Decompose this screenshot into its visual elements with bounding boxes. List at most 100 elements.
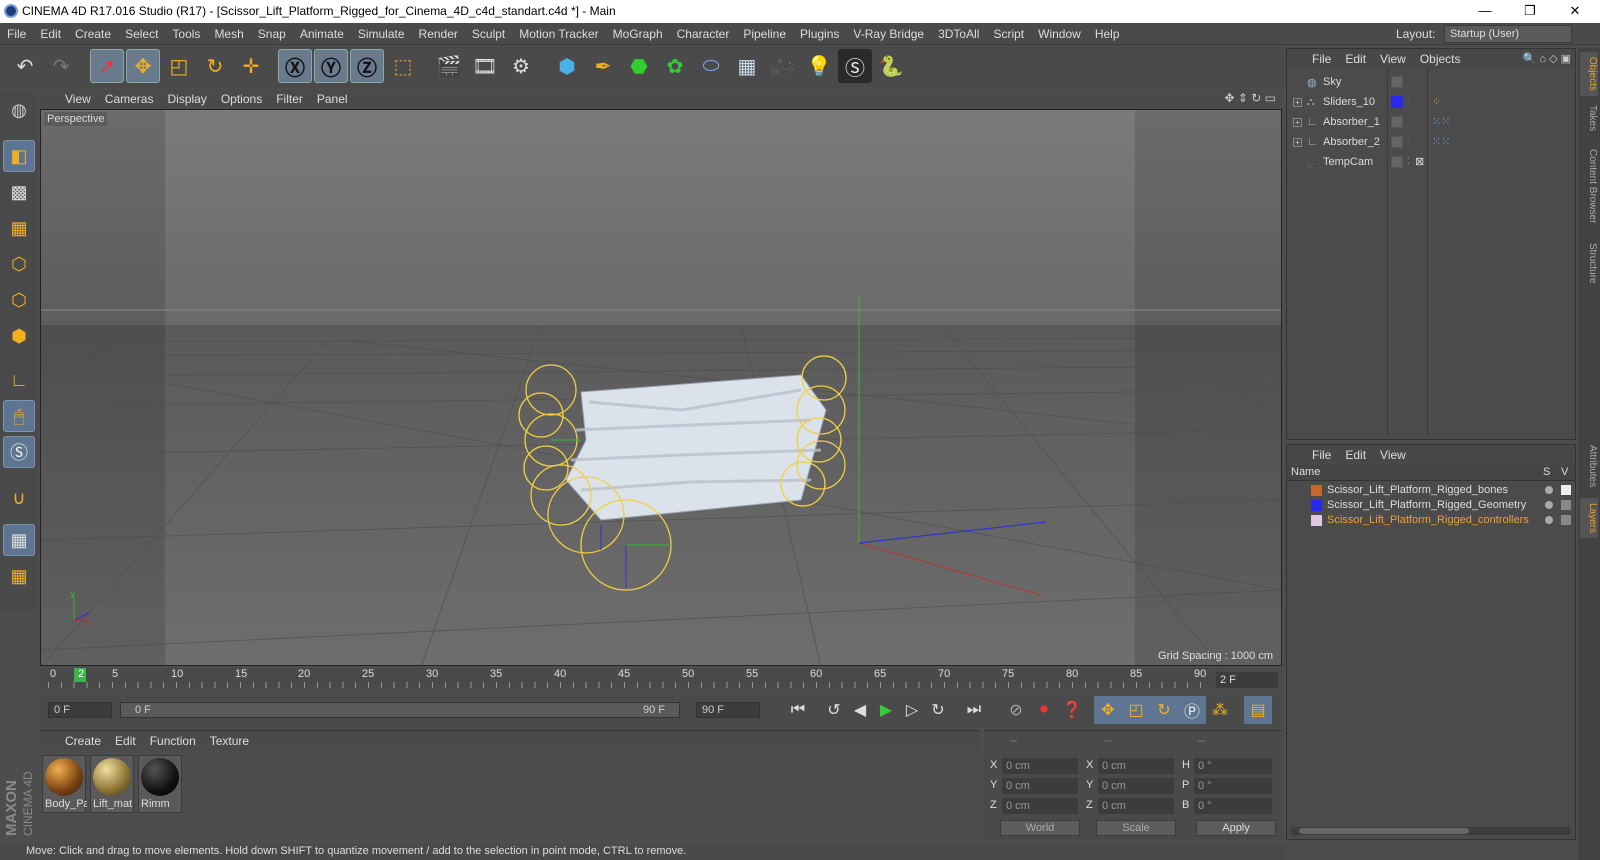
locked-workplane-icon[interactable]: ▦ [3, 524, 35, 556]
menu-character[interactable]: Character [670, 23, 737, 45]
expand-icon[interactable]: + [1293, 138, 1302, 147]
menu-tools[interactable]: Tools [165, 23, 207, 45]
apply-button[interactable]: Apply [1196, 820, 1276, 836]
goto-end-icon[interactable]: ⏭ [960, 696, 988, 724]
material-menu-texture[interactable]: Texture [203, 731, 256, 751]
expand-icon[interactable]: + [1293, 118, 1302, 127]
make-editable-icon[interactable]: ◍ [3, 94, 35, 126]
menu-snap[interactable]: Snap [251, 23, 293, 45]
end-frame-field[interactable]: 90 F [696, 702, 760, 718]
cube-icon[interactable]: ⬢ [550, 49, 584, 83]
viewport-nav-icons[interactable]: ✥ ⇕ ↻ ▭ [1224, 91, 1276, 105]
objects-menu-objects[interactable]: Objects [1413, 49, 1468, 69]
menu-motion-tracker[interactable]: Motion Tracker [512, 23, 605, 45]
size-z-field[interactable]: 0 cm [1098, 798, 1174, 814]
tab-layers[interactable]: Layers [1580, 498, 1598, 538]
object-row-absorber-2[interactable]: + ∟ Absorber_2 ⁚ ⁙⁙ [1287, 133, 1575, 153]
object-row-absorber-1[interactable]: + ∟ Absorber_1 ⁚ ⁙⁙ [1287, 113, 1575, 133]
select-arrow-icon[interactable]: ➚ [90, 49, 124, 83]
object-row-tempcam[interactable]: 🎥 TempCam ⁚ ⊠ [1287, 153, 1575, 173]
vray-icon[interactable]: Ⓢ [838, 49, 872, 83]
menu-mesh[interactable]: Mesh [207, 23, 250, 45]
key-parameter-icon[interactable]: Ⓟ [1178, 696, 1206, 724]
visibility-icon[interactable] [1391, 116, 1403, 128]
key-rotation-icon[interactable]: ↻ [1150, 696, 1178, 724]
z-axis-icon[interactable]: Ⓩ [350, 49, 384, 83]
objects-menu-file[interactable]: File [1305, 49, 1338, 69]
light-icon[interactable]: 💡 [802, 49, 836, 83]
tab-structure[interactable]: Structure [1580, 236, 1598, 290]
render-settings-icon[interactable]: ⚙ [504, 49, 538, 83]
viewport-menu-view[interactable]: View [58, 89, 98, 109]
camera-icon[interactable]: 🎥 [766, 49, 800, 83]
redo-icon[interactable]: ↷ [44, 49, 78, 83]
expand-icon[interactable]: + [1293, 98, 1302, 107]
undo-icon[interactable]: ↶ [8, 49, 42, 83]
visible-icon[interactable] [1561, 500, 1571, 510]
object-row-sky[interactable]: ◍ Sky ⁚ [1287, 73, 1575, 93]
viewport-menu-cameras[interactable]: Cameras [98, 89, 161, 109]
tab-content-browser[interactable]: Content Browser [1580, 140, 1598, 232]
coord-space-dropdown[interactable]: World [1000, 820, 1080, 836]
tab-objects[interactable]: Objects [1580, 52, 1598, 96]
render-picture-viewer-icon[interactable]: 🎞 [468, 49, 502, 83]
menu-sculpt[interactable]: Sculpt [465, 23, 512, 45]
edges-mode-icon[interactable]: ⬡ [3, 284, 35, 316]
key-scale-icon[interactable]: ◰ [1122, 696, 1150, 724]
size-y-field[interactable]: 0 cm [1098, 778, 1174, 794]
menu-mograph[interactable]: MoGraph [606, 23, 670, 45]
visible-icon[interactable] [1561, 515, 1571, 525]
enable-icon[interactable]: ⁚ [1407, 156, 1410, 167]
material-menu-function[interactable]: Function [143, 731, 203, 751]
goto-start-icon[interactable]: ⏮ [784, 696, 812, 724]
python-icon[interactable]: 🐍 [874, 49, 908, 83]
workplane-icon[interactable]: ▦ [3, 212, 35, 244]
viewport-menu-display[interactable]: Display [160, 89, 213, 109]
solo-icon[interactable] [1545, 501, 1553, 509]
move-icon[interactable]: ✥ [126, 49, 160, 83]
autokey-icon[interactable]: ❓ [1058, 696, 1086, 724]
material-menu-create[interactable]: Create [58, 731, 108, 751]
current-frame-field[interactable]: 2 F [1216, 672, 1278, 688]
objects-menu-view[interactable]: View [1373, 49, 1413, 69]
menu-select[interactable]: Select [118, 23, 165, 45]
coordinate-system-icon[interactable]: ⬚ [386, 49, 420, 83]
layer-color-icon[interactable] [1391, 96, 1403, 108]
minimize-button[interactable]: — [1470, 2, 1500, 20]
y-axis-icon[interactable]: Ⓨ [314, 49, 348, 83]
solo-icon[interactable] [1545, 516, 1553, 524]
axis-mode-icon[interactable]: ∟ [3, 364, 35, 396]
layout-dropdown[interactable]: Startup (User) [1444, 25, 1572, 43]
transform-icon[interactable]: ✛ [234, 49, 268, 83]
preview-range-slider[interactable]: 0 F 90 F [120, 702, 680, 718]
x-axis-icon[interactable]: Ⓧ [278, 49, 312, 83]
pos-x-field[interactable]: 0 cm [1002, 758, 1078, 774]
menu-vray-bridge[interactable]: V-Ray Bridge [846, 23, 931, 45]
scrollbar-thumb[interactable] [1299, 828, 1469, 834]
enable-icon[interactable]: ⁚ [1407, 136, 1410, 147]
enable-icon[interactable]: ⁚ [1407, 96, 1410, 107]
visibility-icon[interactable] [1391, 76, 1403, 88]
render-view-icon[interactable]: 🎬 [432, 49, 466, 83]
deformer-icon[interactable]: ⬭ [694, 49, 728, 83]
record-icon[interactable]: ⏺ [1030, 696, 1058, 724]
viewport-menu-filter[interactable]: Filter [269, 89, 310, 109]
polygons-mode-icon[interactable]: ⬢ [3, 320, 35, 352]
material-menu-edit[interactable]: Edit [108, 731, 143, 751]
scale-icon[interactable]: ◰ [162, 49, 196, 83]
texture-mode-icon[interactable]: ▩ [3, 176, 35, 208]
layers-menu-file[interactable]: File [1305, 445, 1338, 465]
menu-simulate[interactable]: Simulate [351, 23, 412, 45]
subdivision-icon[interactable]: ⬣ [622, 49, 656, 83]
layer-row-controllers[interactable]: Scissor_Lift_Platform_Rigged_controllers [1287, 513, 1575, 528]
objects-menu-edit[interactable]: Edit [1338, 49, 1373, 69]
pos-z-field[interactable]: 0 cm [1002, 798, 1078, 814]
close-button[interactable]: ✕ [1560, 2, 1590, 20]
tab-attributes[interactable]: Attributes [1580, 438, 1598, 494]
keyframe-icon[interactable]: ⊘ [1002, 696, 1030, 724]
visibility-icon[interactable] [1391, 156, 1403, 168]
tab-takes[interactable]: Takes [1580, 100, 1598, 136]
horizontal-scrollbar[interactable] [1291, 827, 1571, 835]
object-row-sliders[interactable]: + ⛬ Sliders_10 ⁚ ⁘ [1287, 93, 1575, 113]
timeline-window-icon[interactable]: ▤ [1244, 696, 1272, 724]
